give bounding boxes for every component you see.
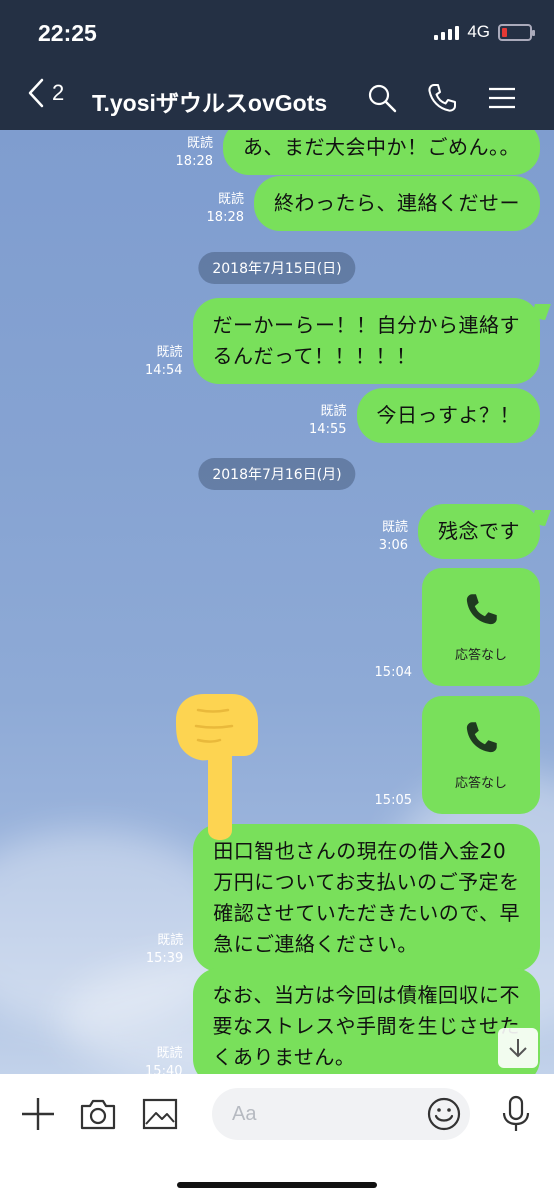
message-sent[interactable]: 既読 15:39 田口智也さんの現在の借入金20 万円についてお支払いのご予定を…	[146, 824, 540, 972]
message-time: 15:39	[145, 951, 184, 966]
message-time: 14:55	[309, 422, 347, 437]
message-time: 15:40	[145, 1064, 183, 1074]
message-text-line: 田口智也さんの現在の借入金20	[213, 839, 507, 863]
message-text-line: なお、当方は今回は債権回収に不	[212, 983, 520, 1007]
message-text: あ、まだ大会中か！ごめん。。	[243, 135, 520, 159]
message-sent[interactable]: 既読 3:06 残念です	[379, 504, 540, 559]
message-meta: 既読 18:28	[176, 135, 213, 171]
message-meta: 既読 15:39	[146, 932, 183, 968]
back-button[interactable]: 2	[28, 78, 64, 108]
message-text: 終わったら、連絡くだせー	[274, 191, 520, 215]
message-meta: 既読 15:40	[145, 1045, 182, 1074]
message-time: 15:04	[374, 665, 412, 680]
status-time: 22:25	[38, 20, 97, 46]
chat-area[interactable]: 既読 18:28 あ、まだ大会中か！ごめん。。 既読 18:28 終わったら、連…	[0, 130, 554, 1074]
message-text: 今日っすよ？！	[376, 403, 520, 427]
emoji-icon[interactable]	[426, 1096, 462, 1132]
date-divider: 2018年7月15日(日)	[198, 252, 356, 284]
message-bubble[interactable]: 終わったら、連絡くだせー	[254, 176, 540, 231]
read-receipt: 既読	[381, 520, 408, 535]
read-receipt: 既読	[320, 404, 347, 419]
message-text: 残念です	[438, 519, 520, 543]
message-meta: 15:05	[375, 792, 412, 810]
message-sent[interactable]: 既読 15:40 なお、当方は今回は債権回収に不 要なストレスや手間を生じさせた…	[145, 968, 540, 1074]
message-time: 14:54	[145, 363, 183, 378]
menu-icon[interactable]	[486, 82, 518, 114]
unread-count: 2	[52, 80, 65, 105]
missed-call-message[interactable]: 15:04 応答なし	[375, 568, 540, 686]
message-time: 3:06	[378, 538, 408, 553]
call-status: 応答なし	[454, 647, 507, 663]
message-text-line: 急にご連絡ください。	[213, 932, 418, 956]
chat-header: 2 T.yosiザウルスovGots	[0, 70, 554, 126]
network-type: 4G	[467, 22, 490, 41]
message-bubble[interactable]: 残念です	[418, 504, 540, 559]
read-receipt: 既読	[217, 192, 244, 207]
plus-icon[interactable]	[18, 1094, 58, 1134]
message-bubble[interactable]: なお、当方は今回は債権回収に不 要なストレスや手間を生じさせた くありません。	[192, 968, 540, 1074]
message-sent[interactable]: 既読 18:28 あ、まだ大会中か！ごめん。。	[176, 130, 540, 175]
pointing-hand-icon	[176, 694, 258, 840]
battery-level	[502, 27, 507, 37]
read-receipt: 既読	[186, 136, 213, 151]
message-meta: 既読 18:28	[207, 191, 244, 227]
message-text-line: 万円についてお支払いのご予定を	[213, 870, 520, 894]
message-meta: 既読 3:06	[379, 519, 408, 555]
message-time: 18:28	[206, 210, 244, 225]
search-icon[interactable]	[366, 82, 398, 114]
camera-icon[interactable]	[78, 1094, 118, 1134]
message-sent[interactable]: 既読 14:55 今日っすよ？！	[309, 388, 540, 443]
image-icon[interactable]	[140, 1094, 180, 1134]
message-bubble[interactable]: あ、まだ大会中か！ごめん。。	[223, 130, 540, 175]
scroll-to-bottom-button[interactable]	[498, 1028, 538, 1068]
phone-icon	[466, 593, 497, 624]
signal-icon	[434, 24, 460, 40]
message-sent[interactable]: 既読 18:28 終わったら、連絡くだせー	[207, 176, 540, 231]
message-meta: 15:04	[375, 664, 412, 682]
message-text-line: 要なストレスや手間を生じさせた	[212, 1014, 520, 1038]
microphone-icon[interactable]	[496, 1094, 536, 1134]
battery-icon	[498, 23, 535, 41]
home-indicator	[177, 1182, 377, 1188]
read-receipt: 既読	[157, 933, 184, 948]
message-text-line: くありません。	[212, 1045, 356, 1069]
call-status: 応答なし	[454, 775, 507, 791]
message-text-line: るんだって！！！！！	[212, 344, 417, 368]
message-meta: 既読 14:54	[145, 344, 182, 380]
top-bar: 22:25 4G 2 T.yosiザウルスovGots	[0, 0, 554, 130]
call-bubble[interactable]: 応答なし	[422, 568, 540, 686]
message-text-line: 確認させていただきたいので、早	[213, 901, 520, 925]
call-bubble[interactable]: 応答なし	[422, 696, 540, 814]
read-receipt: 既読	[156, 345, 183, 360]
message-bubble[interactable]: 今日っすよ？！	[356, 388, 540, 443]
status-indicators: 4G	[434, 22, 535, 42]
read-receipt: 既読	[156, 1046, 183, 1061]
message-time: 18:28	[175, 154, 213, 169]
message-bubble[interactable]: 田口智也さんの現在の借入金20 万円についてお支払いのご予定を 確認させていただ…	[193, 824, 540, 972]
arrow-down-icon	[509, 1039, 527, 1058]
phone-icon[interactable]	[426, 82, 458, 114]
message-time: 15:05	[374, 793, 412, 808]
missed-call-message[interactable]: 15:05 応答なし	[375, 696, 540, 814]
message-input-bar	[0, 1074, 554, 1200]
message-meta: 既読 14:55	[309, 403, 346, 439]
phone-icon	[466, 721, 497, 752]
message-sent[interactable]: 既読 14:54 だーかーらー！！自分から連絡す るんだって！！！！！	[145, 298, 540, 384]
date-divider: 2018年7月16日(月)	[198, 458, 356, 490]
chevron-left-icon	[28, 78, 44, 108]
chat-title: T.yosiザウルスovGots	[92, 90, 328, 116]
message-text-line: だーかーらー！！自分から連絡す	[212, 313, 520, 337]
message-bubble[interactable]: だーかーらー！！自分から連絡す るんだって！！！！！	[192, 298, 540, 384]
